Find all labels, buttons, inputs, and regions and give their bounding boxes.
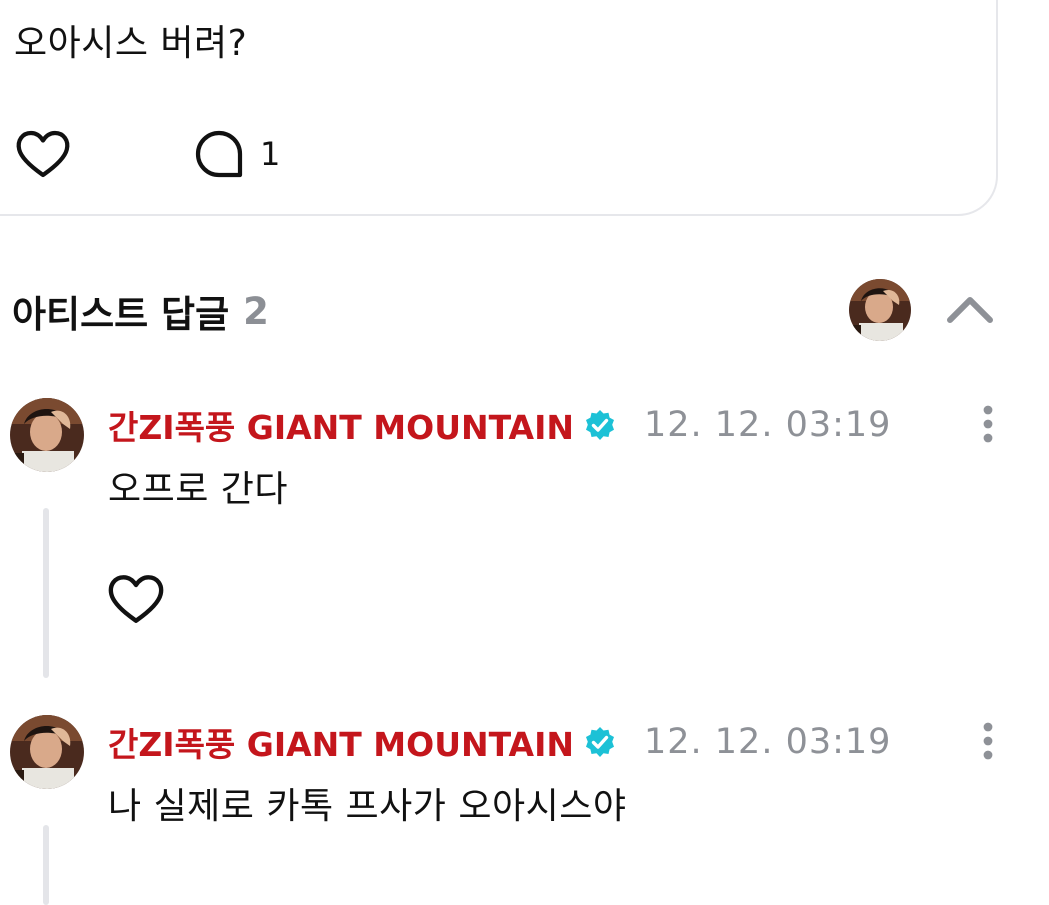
more-vertical-icon[interactable] bbox=[976, 404, 1000, 444]
thread-line bbox=[43, 825, 49, 905]
artist-avatar[interactable] bbox=[849, 279, 911, 341]
reply-timestamp: 12. 12. 03:19 bbox=[644, 722, 892, 762]
heart-outline-icon bbox=[16, 130, 70, 178]
reply-meta: 간ZI폭풍 GIANT MOUNTAIN 12. 12. 03:19 bbox=[108, 719, 891, 765]
comment-button[interactable]: 1 bbox=[194, 128, 280, 180]
like-button[interactable] bbox=[106, 572, 166, 626]
like-button[interactable] bbox=[14, 128, 72, 180]
reply-author[interactable]: 간ZI폭풍 GIANT MOUNTAIN bbox=[108, 401, 574, 449]
reply-author[interactable]: 간ZI폭풍 GIANT MOUNTAIN bbox=[108, 718, 574, 766]
verified-badge-icon bbox=[586, 410, 614, 440]
reply-meta: 간ZI폭풍 GIANT MOUNTAIN 12. 12. 03:19 bbox=[108, 402, 891, 448]
verified-badge-icon bbox=[586, 727, 614, 757]
section-count: 2 bbox=[243, 289, 269, 333]
reply-timestamp: 12. 12. 03:19 bbox=[644, 405, 892, 445]
artist-avatar[interactable] bbox=[10, 715, 84, 789]
artist-avatar[interactable] bbox=[10, 398, 84, 472]
chevron-up-icon[interactable] bbox=[942, 288, 998, 328]
more-vertical-icon[interactable] bbox=[976, 721, 1000, 761]
heart-outline-icon bbox=[108, 575, 164, 623]
thread-line bbox=[43, 508, 49, 678]
speech-bubble-icon bbox=[195, 130, 243, 178]
section-title: 아티스트 답글 bbox=[12, 293, 230, 336]
artist-replies-header: 아티스트 답글 2 bbox=[12, 282, 269, 340]
reply-text: 오프로 간다 bbox=[108, 469, 289, 510]
comment-count: 1 bbox=[260, 135, 281, 173]
post-card: 오아시스 버려? 1 bbox=[0, 0, 998, 216]
post-text: 오아시스 버려? bbox=[14, 23, 248, 64]
reply-text: 나 실제로 카톡 프사가 오아시스야 bbox=[108, 786, 627, 827]
